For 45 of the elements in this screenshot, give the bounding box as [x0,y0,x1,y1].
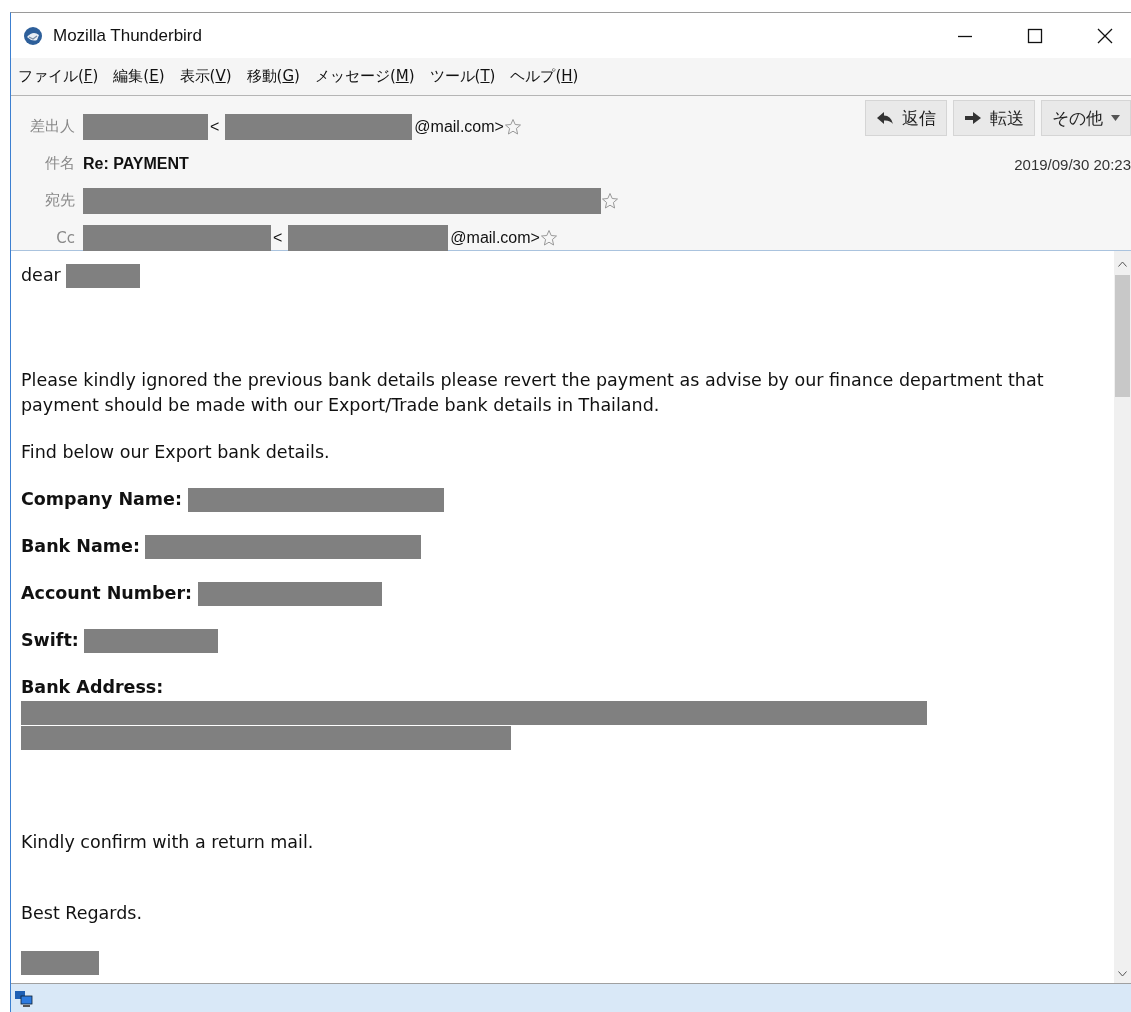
menu-item[interactable]: ツール(T) [429,67,496,86]
star-icon[interactable] [503,117,522,136]
reply-button[interactable]: 返信 [865,100,947,136]
field-label: 差出人 [29,117,75,136]
field-label: Bank Name: [21,536,140,556]
scroll-up-icon[interactable] [1118,261,1127,267]
address-text: < [210,117,220,136]
star-icon[interactable] [601,191,619,210]
field-label: Cc [55,228,75,247]
field-label: Account Number: [21,583,193,603]
close-icon[interactable] [1097,27,1113,44]
network-icon [14,989,34,1008]
field-label: Swift: [21,630,79,650]
reply-arrow-icon [876,111,894,125]
address-text: @mail.com> [414,117,504,136]
menu-item[interactable]: ヘルプ(H) [510,67,579,86]
forward-button[interactable]: 転送 [953,100,1035,136]
menu-item[interactable]: 表示(V) [179,67,232,86]
menu-item[interactable]: メッセージ(M) [314,67,415,86]
menu-item[interactable]: ファイル(F) [18,67,99,86]
body-paragraph: Find below our Export bank details. [21,442,330,462]
app-logo-icon [23,25,43,46]
caret-icon [1111,115,1120,121]
menu-item[interactable]: 移動(G) [246,67,300,86]
body-paragraph: Kindly confirm with a return mail. [21,832,314,852]
maximize-icon[interactable] [1027,27,1043,44]
body-paragraph: Best Regards. [21,903,142,923]
field-label: 件名 [44,154,75,173]
more-button[interactable]: その他 [1041,100,1131,136]
forward-arrow-icon [964,111,982,125]
field-label: 宛先 [44,191,75,210]
scroll-down-icon[interactable] [1118,971,1127,977]
field-label: Bank Address: [21,677,164,697]
body-paragraph: Please kindly ignored the previous bank details please revert the payment as advise by our finance department that payment should be made with our Export/Trade bank details in Thailand. [21,370,1044,415]
subject-text: Re: PAYMENT [83,154,189,173]
field-label: Company Name: [21,489,182,509]
address-text: < [273,228,283,247]
star-icon[interactable] [539,228,558,247]
address-text: @mail.com> [450,228,540,247]
scroll-thumb[interactable] [1115,275,1130,397]
window-title: Mozilla Thunderbird [53,25,202,46]
scrollbar[interactable] [1114,251,1131,983]
greeting-text: dear [21,265,61,285]
date-text: 2019/09/30 20:23 [1014,156,1131,173]
menu-item[interactable]: 編集(E) [113,67,165,86]
